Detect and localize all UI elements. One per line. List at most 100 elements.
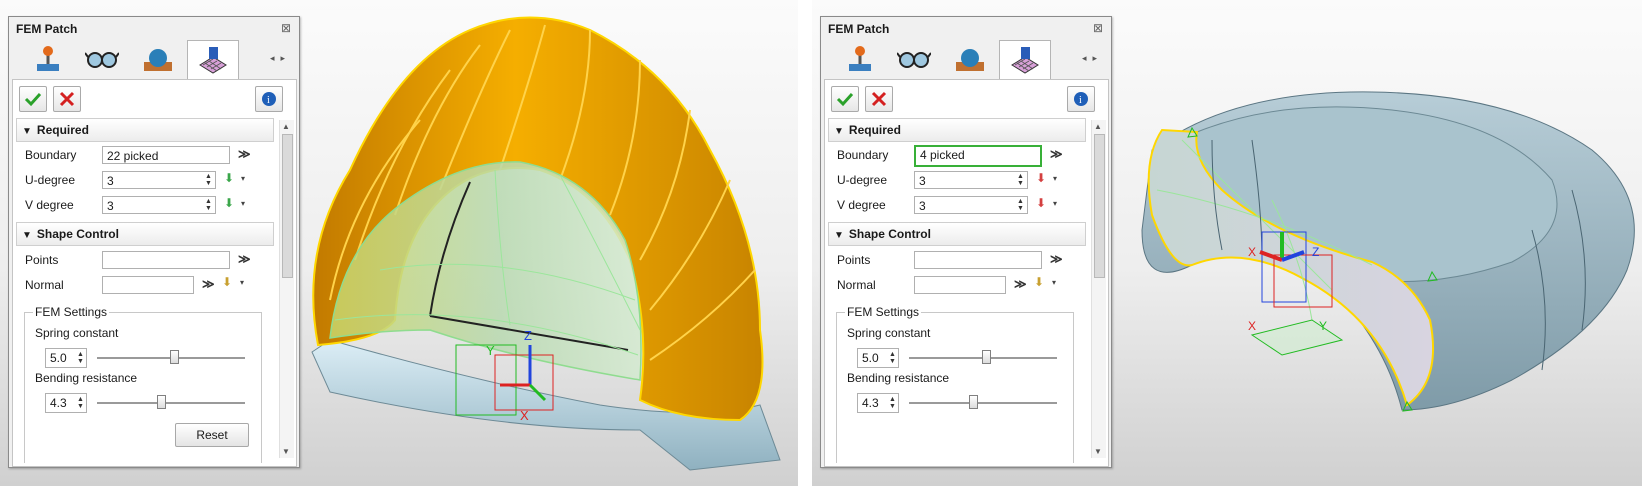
axis-x-label: X bbox=[1248, 319, 1256, 333]
tab-glasses[interactable] bbox=[889, 41, 939, 77]
bending-slider-thumb[interactable] bbox=[968, 395, 978, 409]
fem-patch-icon bbox=[1011, 47, 1039, 74]
svg-text:i: i bbox=[267, 95, 270, 106]
tab-joystick[interactable] bbox=[835, 41, 885, 77]
axis-y-label: Y bbox=[1319, 319, 1327, 333]
bending-slider-track[interactable] bbox=[909, 402, 1057, 404]
boundary-field[interactable]: 22 picked bbox=[102, 146, 230, 164]
dropdown-arrow-icon[interactable]: ▾ bbox=[1052, 278, 1056, 287]
tab-scroll-arrows[interactable]: ◂▸ bbox=[1082, 53, 1103, 64]
bending-spinner[interactable]: ▲ ▼ bbox=[77, 396, 84, 410]
green-pick-icon[interactable]: ⬇ bbox=[224, 196, 234, 210]
tool-tabs: ◂▸ bbox=[827, 40, 1107, 79]
chevron-down-icon[interactable]: ≫ bbox=[1014, 277, 1027, 291]
spring-slider-thumb[interactable] bbox=[169, 350, 179, 364]
spring-label: Spring constant bbox=[35, 326, 119, 340]
dropdown-arrow-icon[interactable]: ▾ bbox=[1053, 174, 1057, 183]
checkmark-icon bbox=[24, 92, 42, 107]
normal-field[interactable] bbox=[914, 276, 1006, 294]
panel-scrollbar[interactable]: ▲ ▼ bbox=[279, 120, 294, 458]
section-required-label: Required bbox=[848, 123, 901, 137]
boundary-label: Boundary bbox=[837, 148, 889, 162]
section-required[interactable]: ▼ Required bbox=[828, 118, 1086, 142]
close-icon[interactable]: ⊠ bbox=[281, 21, 291, 35]
normal-field[interactable] bbox=[102, 276, 194, 294]
red-pick-icon[interactable]: ⬇ bbox=[1036, 171, 1046, 185]
ok-button[interactable] bbox=[19, 86, 47, 112]
bending-slider-thumb[interactable] bbox=[156, 395, 166, 409]
points-field[interactable] bbox=[102, 251, 230, 269]
scrollbar-thumb[interactable] bbox=[1094, 134, 1105, 278]
tab-joystick[interactable] bbox=[23, 41, 73, 77]
chevron-down-icon[interactable]: ≫ bbox=[238, 252, 251, 266]
chevron-down-icon[interactable]: ≫ bbox=[1050, 252, 1063, 266]
vdegree-spinner[interactable]: ▲ ▼ bbox=[205, 198, 212, 212]
panel-scrollbar[interactable]: ▲ ▼ bbox=[1091, 120, 1106, 458]
dropdown-arrow-icon[interactable]: ▾ bbox=[241, 199, 245, 208]
collapse-triangle-icon: ▼ bbox=[22, 230, 32, 241]
tab-sphere[interactable] bbox=[945, 41, 995, 77]
close-icon[interactable]: ⊠ bbox=[1093, 21, 1103, 35]
green-pick-icon[interactable]: ⬇ bbox=[224, 171, 234, 185]
ok-button[interactable] bbox=[831, 86, 859, 112]
scrollbar-thumb[interactable] bbox=[282, 134, 293, 278]
chevron-down-icon[interactable]: ≫ bbox=[1050, 147, 1063, 161]
orange-pick-icon[interactable]: ⬇ bbox=[1034, 275, 1044, 289]
x-icon bbox=[59, 91, 75, 107]
reset-button[interactable]: Reset bbox=[175, 423, 249, 447]
info-button[interactable]: i bbox=[255, 86, 283, 112]
panel-title: FEM Patch bbox=[16, 22, 78, 36]
udegree-field[interactable]: 3 bbox=[914, 171, 1028, 189]
tab-scroll-arrows[interactable]: ◂▸ bbox=[270, 53, 291, 64]
udegree-field[interactable]: 3 bbox=[102, 171, 216, 189]
section-shape-control[interactable]: ▼ Shape Control bbox=[16, 222, 274, 246]
red-pick-icon[interactable]: ⬇ bbox=[1036, 196, 1046, 210]
scroll-up-icon[interactable]: ▲ bbox=[1094, 122, 1102, 131]
orange-pick-icon[interactable]: ⬇ bbox=[222, 275, 232, 289]
scroll-up-icon[interactable]: ▲ bbox=[282, 122, 290, 131]
udegree-spinner[interactable]: ▲ ▼ bbox=[1017, 173, 1024, 187]
fem-settings-legend: FEM Settings bbox=[33, 305, 110, 319]
vdegree-field[interactable]: 3 bbox=[914, 196, 1028, 214]
tab-fem-patch[interactable] bbox=[187, 40, 239, 79]
section-required[interactable]: ▼ Required bbox=[16, 118, 274, 142]
boundary-field[interactable]: 4 picked bbox=[914, 145, 1042, 167]
info-button[interactable]: i bbox=[1067, 86, 1095, 112]
vdegree-spinner[interactable]: ▲ ▼ bbox=[1017, 198, 1024, 212]
cancel-button[interactable] bbox=[865, 86, 893, 112]
udegree-label: U-degree bbox=[25, 173, 76, 187]
bending-spinner[interactable]: ▲ ▼ bbox=[889, 396, 896, 410]
dropdown-arrow-icon[interactable]: ▾ bbox=[241, 174, 245, 183]
chevron-down-icon[interactable]: ≫ bbox=[238, 147, 251, 161]
points-field[interactable] bbox=[914, 251, 1042, 269]
spring-slider-thumb[interactable] bbox=[981, 350, 991, 364]
scroll-down-icon[interactable]: ▼ bbox=[1094, 447, 1102, 456]
glasses-icon bbox=[897, 52, 931, 68]
tool-tabs: ◂▸ bbox=[15, 40, 295, 79]
right-screenshot: X Z X Y FEM Patch ⊠ ◂▸ i ▼ Required Boun… bbox=[812, 0, 1642, 486]
left-screenshot: Z Y X FEM Patch ⊠ ◂▸ i ▼ Required Bounda… bbox=[0, 0, 798, 486]
info-icon: i bbox=[262, 92, 276, 106]
vdegree-label: V degree bbox=[837, 198, 886, 212]
bending-slider-track[interactable] bbox=[97, 402, 245, 404]
section-shape-control[interactable]: ▼ Shape Control bbox=[828, 222, 1086, 246]
sphere-icon bbox=[144, 49, 172, 71]
tab-glasses[interactable] bbox=[77, 41, 127, 77]
tab-fem-patch[interactable] bbox=[999, 40, 1051, 79]
scroll-down-icon[interactable]: ▼ bbox=[282, 447, 290, 456]
tab-sphere[interactable] bbox=[133, 41, 183, 77]
axis-x-label: X bbox=[520, 408, 529, 423]
chevron-down-icon[interactable]: ≫ bbox=[202, 277, 215, 291]
panel-content: i ▼ Required Boundary 22 picked ≫ U-degre… bbox=[12, 79, 297, 467]
spring-spinner[interactable]: ▲ ▼ bbox=[77, 351, 84, 365]
spring-spinner[interactable]: ▲ ▼ bbox=[889, 351, 896, 365]
vdegree-field[interactable]: 3 bbox=[102, 196, 216, 214]
dropdown-arrow-icon[interactable]: ▾ bbox=[1053, 199, 1057, 208]
fem-settings-legend: FEM Settings bbox=[845, 305, 922, 319]
collapse-triangle-icon: ▼ bbox=[834, 126, 844, 137]
cancel-button[interactable] bbox=[53, 86, 81, 112]
sphere-icon bbox=[956, 49, 984, 71]
boundary-label: Boundary bbox=[25, 148, 77, 162]
dropdown-arrow-icon[interactable]: ▾ bbox=[240, 278, 244, 287]
udegree-spinner[interactable]: ▲ ▼ bbox=[205, 173, 212, 187]
